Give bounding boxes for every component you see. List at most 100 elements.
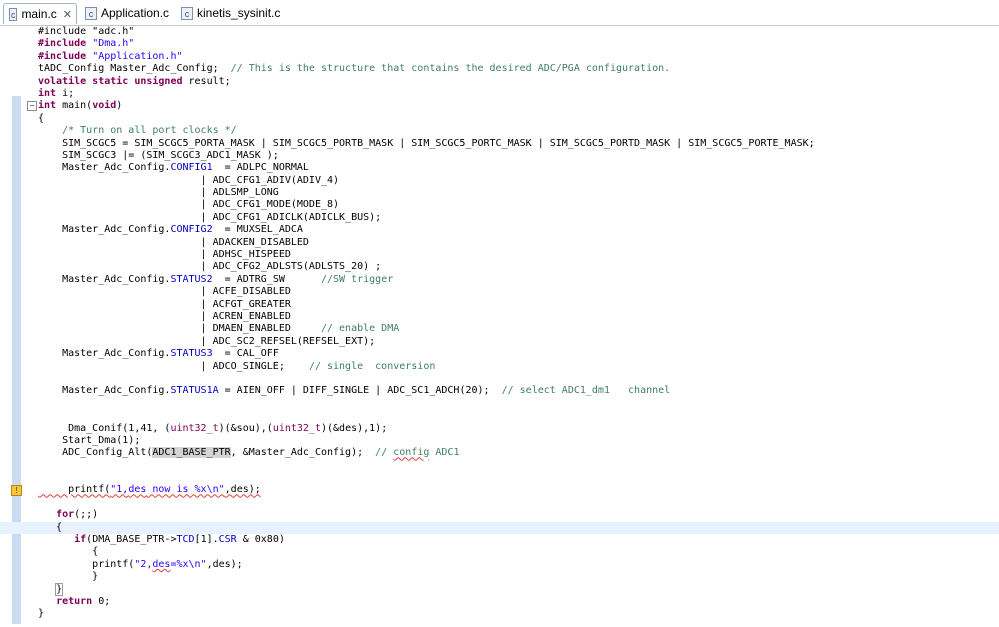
code-string-spelling: des	[152, 558, 171, 570]
code-text: , &Master_Adc_Config);	[230, 447, 376, 459]
code-text: Master_Adc_Config.	[38, 385, 171, 397]
code-text: {	[38, 521, 63, 533]
code-line: SIM_SCGC5 = SIM_SCGC5_PORTA_MASK | SIM_S…	[0, 138, 999, 150]
code-string: "1,	[110, 484, 129, 496]
code-line: #include "Application.h"	[0, 51, 999, 63]
editor-tab-bar: c main.c ✕ c Application.c c kinetis_sys…	[0, 0, 999, 26]
code-text: }	[38, 571, 99, 583]
tab-application-c[interactable]: c Application.c	[80, 3, 170, 23]
code-text: | ADC_CFG1_ADICLK(ADICLK_BUS);	[38, 211, 382, 223]
code-line: | ADC_CFG2_ADLSTS(ADLSTS_20) ;	[0, 261, 999, 273]
code-line: /* Turn on all port clocks */	[0, 125, 999, 137]
code-keyword: return	[56, 595, 93, 607]
code-line: | ADLSMP_LONG	[0, 187, 999, 199]
code-line: | ADC_CFG1_MODE(MODE_8)	[0, 199, 999, 211]
collapse-icon[interactable]: −	[27, 101, 37, 112]
code-line: SIM_SCGC3 |= (SIM_SCGC3_ADC1_MASK );	[0, 150, 999, 162]
code-text: tADC_Config Master_Adc_Config;	[38, 63, 231, 75]
code-line: ! printf("1,des now is %x\n",des);	[0, 484, 999, 497]
code-line: ADC_Config_Alt(ADC1_BASE_PTR, &Master_Ad…	[0, 447, 999, 459]
code-line: }	[0, 571, 999, 583]
code-line: if(DMA_BASE_PTR->TCD[1].CSR & 0x80)	[0, 534, 999, 546]
code-text: = ADLPC_NORMAL	[212, 162, 309, 174]
code-text: }	[38, 608, 45, 620]
code-line: | ACREN_ENABLED	[0, 311, 999, 323]
code-line: Master_Adc_Config.CONFIG1 = ADLPC_NORMAL	[0, 162, 999, 174]
code-text: | ADHSC_HISPEED	[38, 249, 291, 261]
code-line: int i;	[0, 88, 999, 100]
code-text: | DMAEN_ENABLED	[38, 323, 321, 335]
code-line: | ADC_CFG1_ADICLK(ADICLK_BUS);	[0, 212, 999, 224]
code-text: )	[116, 100, 123, 112]
code-text: [1].	[194, 534, 219, 546]
current-code-line: {	[0, 521, 999, 535]
tab-main-c[interactable]: c main.c ✕	[3, 3, 77, 24]
code-keyword: #include	[38, 50, 93, 62]
c-file-icon: c	[85, 6, 97, 20]
code-text: Master_Adc_Config.	[38, 162, 171, 174]
code-line: Master_Adc_Config.STATUS3 = CAL_OFF	[0, 348, 999, 360]
code-editor[interactable]: #include "adc.h" #include "Dma.h" #inclu…	[0, 26, 999, 621]
code-text: | ADC_CFG2_ADLSTS(ADLSTS_20) ;	[38, 261, 382, 273]
code-comment: /* Turn on all port clocks */	[38, 125, 237, 137]
code-text: | ADLSMP_LONG	[38, 187, 279, 199]
code-line: {	[0, 113, 999, 125]
code-field: STATUS1A	[170, 385, 219, 397]
code-text: | ACFE_DISABLED	[38, 286, 291, 298]
code-text: (DMA_BASE_PTR->	[86, 534, 177, 546]
code-string-spelling: des	[128, 484, 147, 496]
c-file-icon: c	[9, 7, 18, 21]
code-text: | ADC_CFG1_MODE(MODE_8)	[38, 199, 340, 211]
code-line: return 0;	[0, 596, 999, 608]
code-text: | ACREN_ENABLED	[38, 310, 291, 322]
code-keyword: int	[38, 100, 57, 112]
code-comment: //SW trigger	[320, 273, 394, 285]
code-line: printf("2,des=%x\n",des);	[0, 559, 999, 571]
code-keyword: void	[92, 100, 117, 112]
code-text: = ADTRG_SW	[212, 273, 321, 285]
code-line: Start_Dma(1);	[0, 435, 999, 447]
code-line: volatile static unsigned result;	[0, 76, 999, 88]
code-text: result;	[182, 75, 231, 87]
code-field: CONFIG2	[170, 224, 213, 236]
warning-icon[interactable]: !	[11, 485, 22, 497]
code-text: Dma_Conif(1,41, (	[38, 422, 171, 434]
code-text: (;;)	[74, 509, 99, 521]
code-string: "Dma.h"	[92, 38, 135, 50]
code-text: SIM_SCGC3 |= (SIM_SCGC3_ADC1_MASK );	[38, 149, 279, 161]
code-keyword: int	[38, 87, 57, 99]
tab-label: Application.c	[101, 6, 170, 20]
code-line: Master_Adc_Config.STATUS2 = ADTRG_SW //S…	[0, 274, 999, 286]
code-field: CONFIG1	[170, 162, 213, 174]
code-text: | ADC_SC2_REFSEL(REFSEL_EXT);	[38, 335, 376, 347]
code-keyword: for	[56, 509, 75, 521]
code-text: ,des);	[224, 484, 261, 496]
code-comment: // single conversion	[308, 360, 436, 372]
code-field: STATUS3	[170, 348, 213, 360]
tab-kinetis-sysinit-c[interactable]: c kinetis_sysinit.c	[176, 3, 286, 23]
code-line: | ADCO_SINGLE; // single conversion	[0, 361, 999, 373]
code-text: SIM_SCGC5 = SIM_SCGC5_PORTA_MASK | SIM_S…	[38, 137, 815, 149]
code-text: Master_Adc_Config.	[38, 273, 171, 285]
code-field: CSR	[218, 534, 237, 546]
code-text: 0;	[92, 595, 111, 607]
code-line: | ADACKEN_DISABLED	[0, 237, 999, 249]
code-text: main(	[56, 100, 93, 112]
code-text: )(&des),1);	[320, 422, 388, 434]
tab-label: main.c	[21, 7, 57, 21]
code-text: & 0x80)	[236, 534, 285, 546]
code-string: "2,	[134, 558, 153, 570]
code-text: {	[38, 112, 45, 124]
code-text: #include "adc.h"	[38, 26, 135, 37]
close-tab-icon[interactable]: ✕	[63, 8, 72, 21]
code-text: = MUXSEL_ADCA	[212, 224, 303, 236]
code-line: }	[0, 608, 999, 620]
code-line: | ADHSC_HISPEED	[0, 249, 999, 261]
code-text: = CAL_OFF	[212, 348, 279, 360]
